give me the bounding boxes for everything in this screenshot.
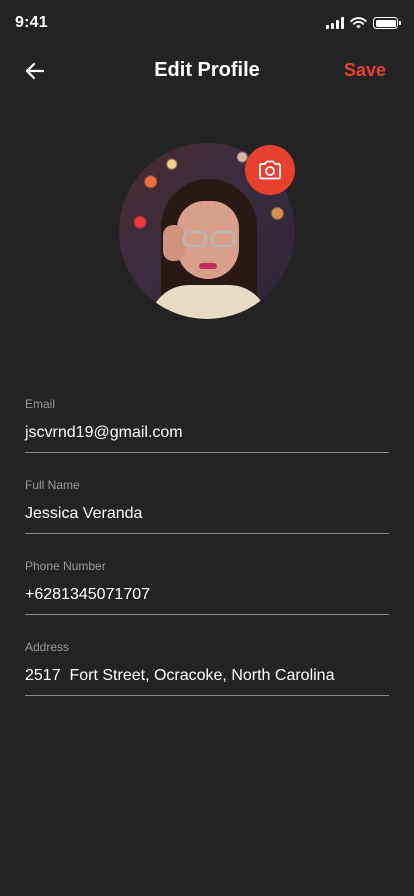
cellular-signal-icon [326,17,344,29]
phone-field-group: Phone Number +6281345071707 [25,559,389,640]
email-label: Email [25,397,56,411]
camera-icon [259,160,281,180]
email-field-group: Email jscvrnd19@gmail.com [25,397,389,478]
full-name-field[interactable]: Jessica Veranda [25,502,389,534]
wifi-icon [350,17,367,29]
status-bar: 9:41 [0,0,414,48]
phone-field[interactable]: +6281345071707 [25,583,389,615]
battery-icon [373,17,401,29]
profile-photo-section [119,143,295,319]
change-photo-button[interactable] [245,145,295,195]
status-icons [326,16,401,30]
email-field[interactable]: jscvrnd19@gmail.com [25,421,389,453]
full-name-field-group: Full Name Jessica Veranda [25,478,389,559]
status-time: 9:41 [15,14,48,31]
address-label: Address [25,640,70,654]
full-name-label: Full Name [25,478,80,492]
profile-form: Email jscvrnd19@gmail.com Full Name Jess… [25,397,389,721]
nav-bar: Edit Profile Save [0,48,414,94]
phone-label: Phone Number [25,559,106,573]
address-field-group: Address 2517 Fort Street, Ocracoke, Nort… [25,640,389,721]
save-button[interactable]: Save [344,60,386,81]
address-field[interactable]: 2517 Fort Street, Ocracoke, North Caroli… [25,664,389,696]
